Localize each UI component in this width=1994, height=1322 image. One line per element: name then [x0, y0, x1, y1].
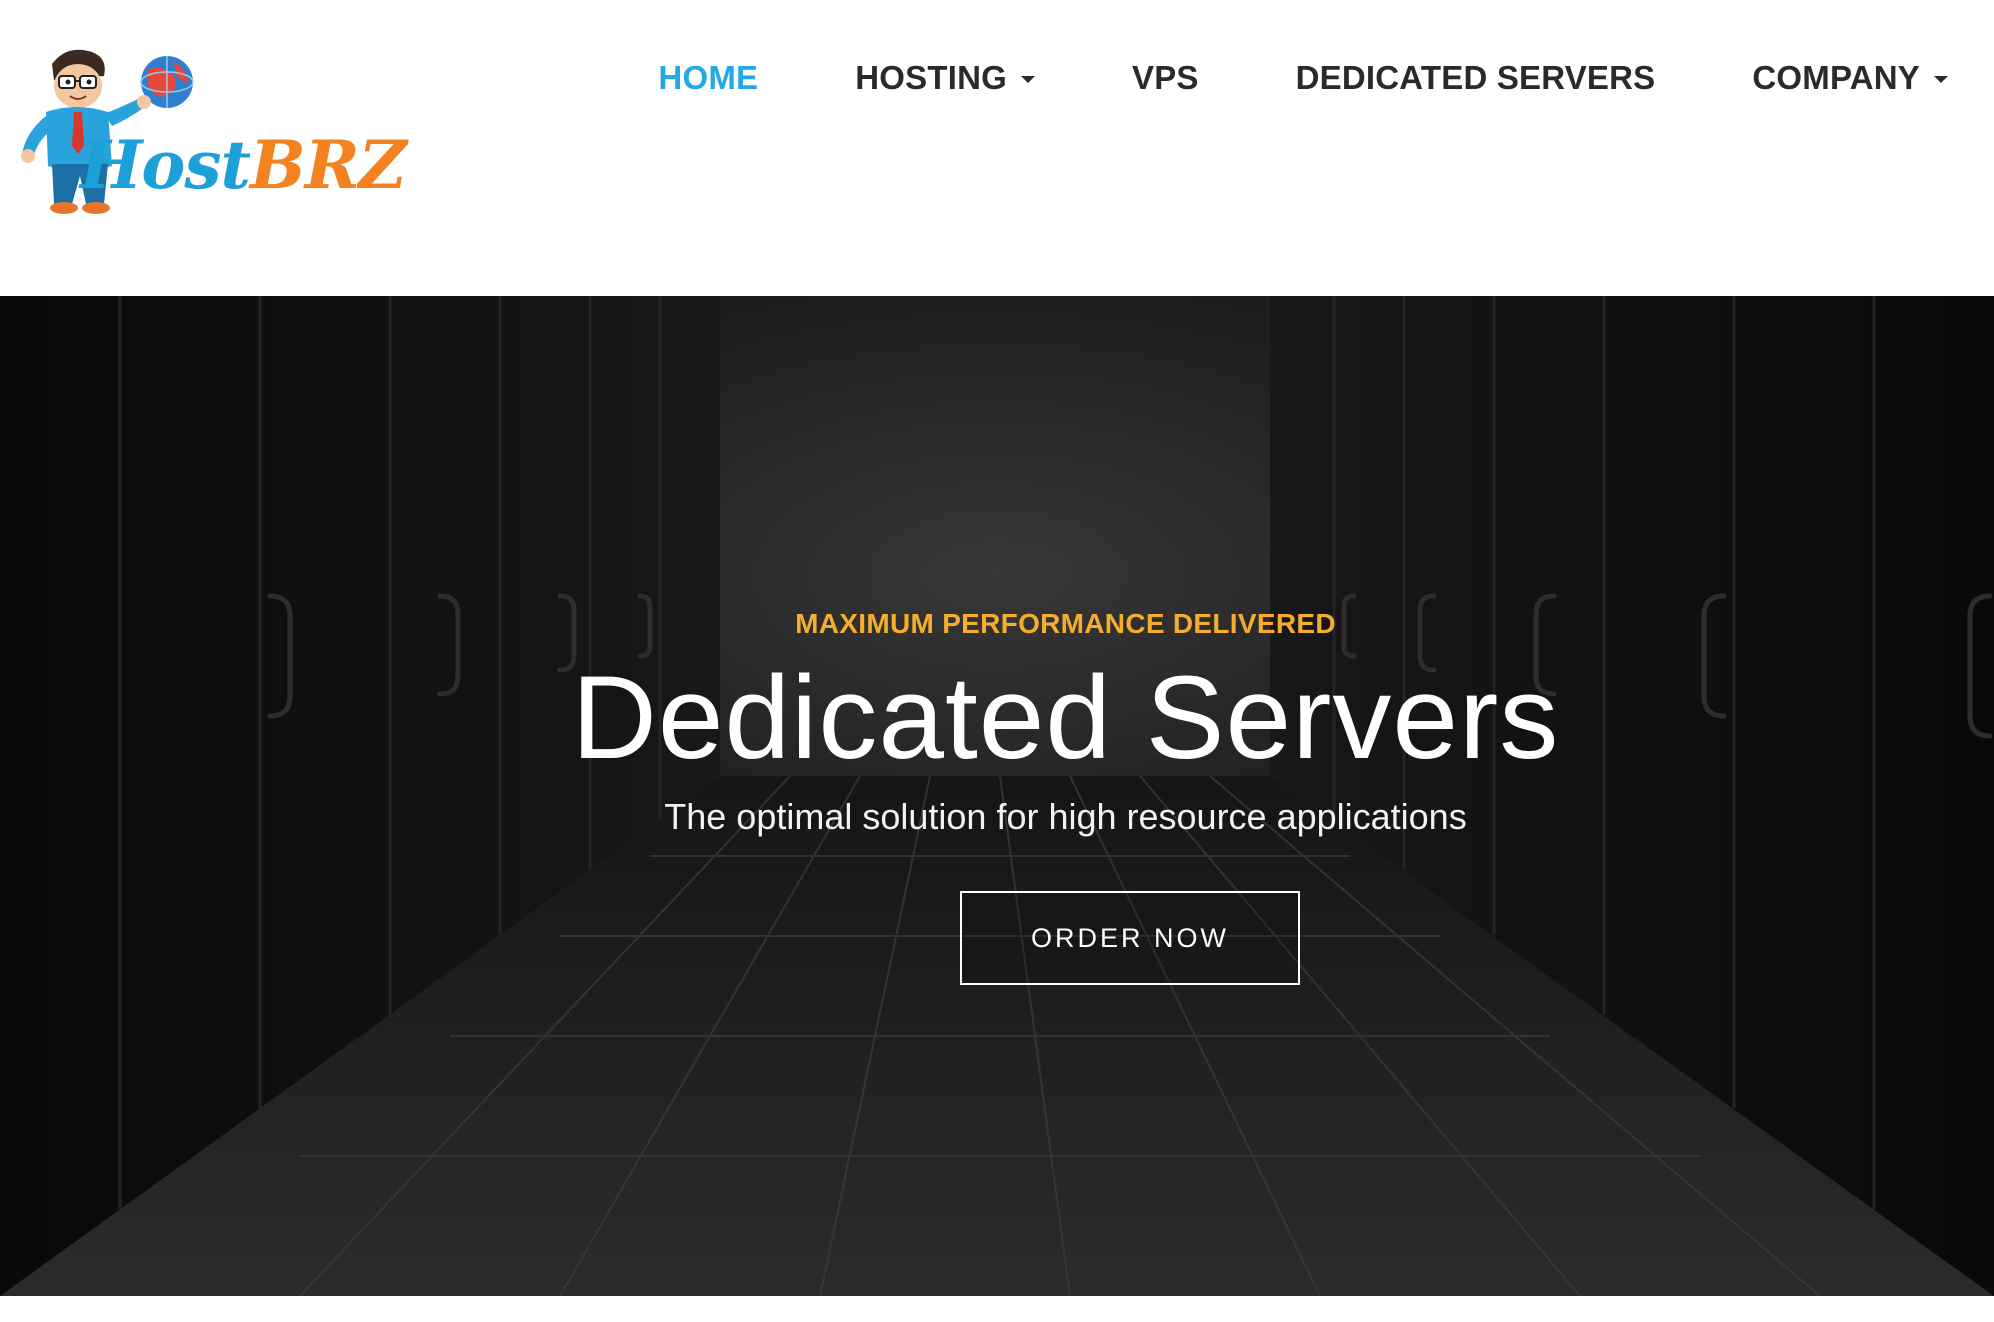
nav-vps-label: VPS	[1131, 59, 1199, 96]
hero-subtitle: The optimal solution for high resource a…	[664, 796, 1467, 837]
caret-down-icon	[1020, 76, 1035, 83]
order-now-label: ORDER NOW	[1031, 922, 1229, 953]
caret-down-icon	[1934, 76, 1948, 83]
nav-vps[interactable]: VPS	[1132, 59, 1199, 97]
logo-brz-text: BRZ	[250, 126, 407, 204]
order-now-button[interactable]: ORDER NOW	[960, 891, 1300, 985]
hero-eyebrow: MAXIMUM PERFORMANCE DELIVERED	[795, 608, 1336, 639]
nav-home-label: HOME	[658, 59, 759, 96]
main-nav: HOME HOSTING VPS DEDICATED SERVERS COMPA…	[658, 52, 1948, 104]
nav-dedicated-servers-label: DEDICATED SERVERS	[1295, 59, 1656, 96]
logo-host-text: Host	[80, 126, 251, 204]
hero-title: Dedicated Servers	[571, 652, 1560, 784]
hero-content: MAXIMUM PERFORMANCE DELIVERED Dedicated …	[0, 296, 1994, 1296]
nav-dedicated-servers[interactable]: DEDICATED SERVERS	[1296, 59, 1656, 97]
hero-banner: MAXIMUM PERFORMANCE DELIVERED Dedicated …	[0, 296, 1994, 1296]
nav-company[interactable]: COMPANY	[1752, 59, 1948, 97]
site-header: HostBRZ HOME HOSTING VPS DEDICATED SERVE…	[0, 0, 1994, 296]
nav-company-label: COMPANY	[1752, 59, 1920, 96]
nav-hosting-label: HOSTING	[855, 59, 1007, 96]
logo-wordmark: HostBRZ	[80, 132, 407, 198]
page-bottom-strip	[0, 1296, 1994, 1322]
nav-home[interactable]: HOME	[658, 59, 758, 97]
site-logo[interactable]: HostBRZ	[12, 36, 407, 226]
nav-hosting[interactable]: HOSTING	[855, 59, 1035, 97]
